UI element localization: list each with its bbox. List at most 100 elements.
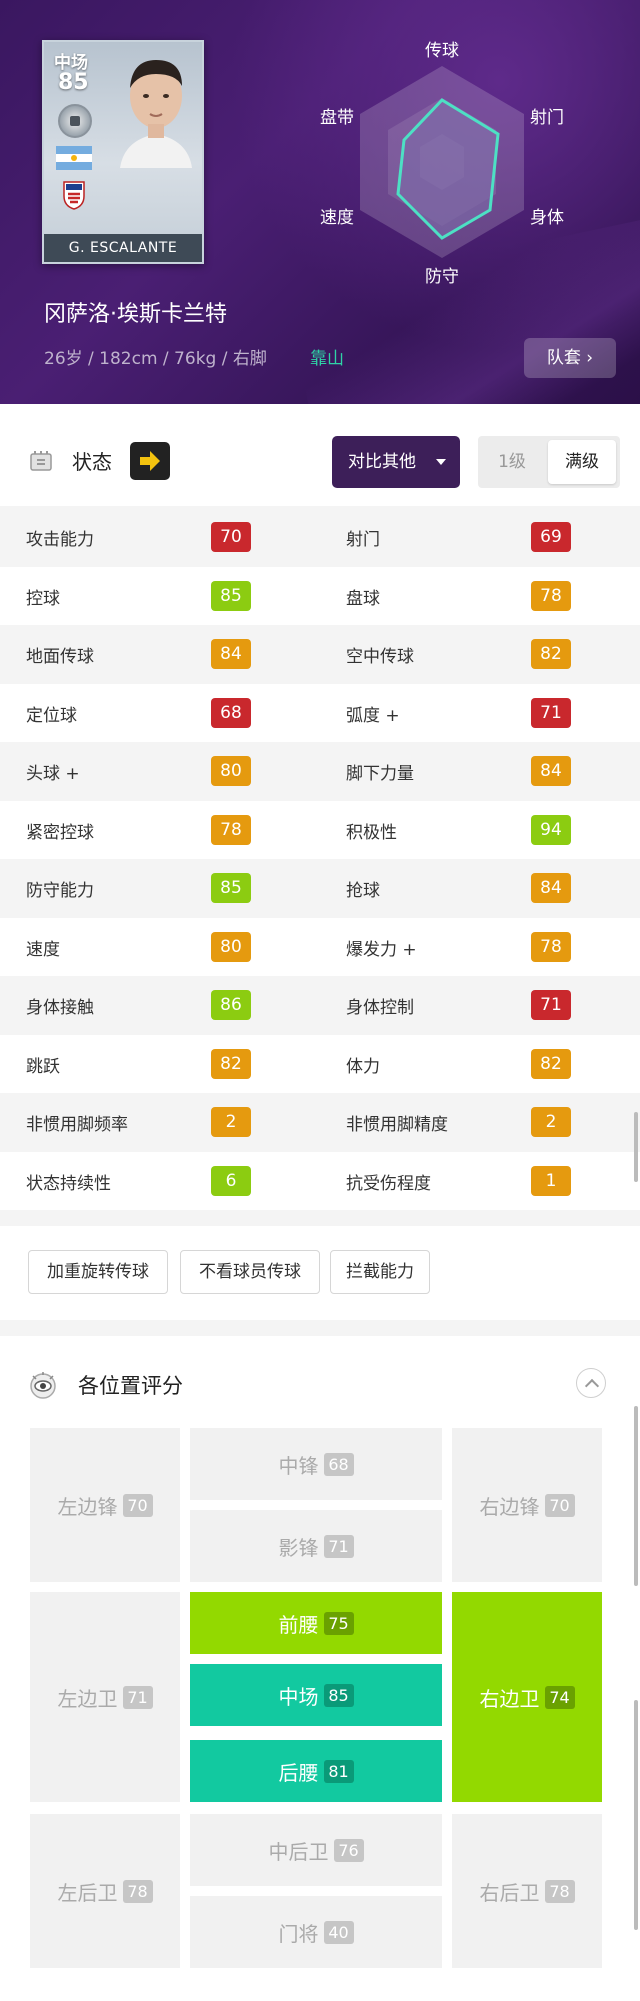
position-tile[interactable]: 影锋 71 xyxy=(190,1510,442,1582)
stat-row: 速度 80 爆发力 + 78 xyxy=(0,917,640,977)
player-meta: 26岁 / 182cm / 76kg / 右脚 xyxy=(44,349,267,369)
scrollbar-thumb[interactable] xyxy=(634,1700,638,1930)
skill-tag[interactable]: 不看球员传球 xyxy=(180,1250,320,1294)
position-tile[interactable]: 右边卫 74 xyxy=(452,1592,602,1802)
stat-row: 防守能力 85 抢球 84 xyxy=(0,859,640,918)
stat-name: 地面传球 xyxy=(26,647,94,667)
scrollbar-thumb[interactable] xyxy=(634,1112,638,1182)
stat-value-badge: 70 xyxy=(211,522,251,552)
stat-row: 身体接触 86 身体控制 71 xyxy=(0,976,640,1035)
position-tile[interactable]: 门将 40 xyxy=(190,1896,442,1968)
position-tile[interactable]: 左后卫 78 xyxy=(30,1814,180,1968)
stat-cell: 定位球 68 xyxy=(0,684,320,743)
position-name: 影锋 xyxy=(278,1535,319,1560)
position-tile[interactable]: 中锋 68 xyxy=(190,1428,442,1500)
stat-value-badge: 2 xyxy=(531,1107,571,1137)
position-name: 右后卫 xyxy=(479,1880,540,1905)
position-tile[interactable]: 右边锋 70 xyxy=(452,1428,602,1582)
condition-icon xyxy=(30,451,52,471)
player-full-name: 冈萨洛·埃斯卡兰特 xyxy=(44,302,227,327)
position-tile[interactable]: 左边锋 70 xyxy=(30,1428,180,1582)
stat-name: 攻击能力 xyxy=(26,530,94,550)
stat-value-badge: 82 xyxy=(531,1048,571,1079)
stat-cell: 非惯用脚频率 2 xyxy=(0,1093,320,1152)
stat-value-badge: 71 xyxy=(531,697,571,728)
arrow-right-icon xyxy=(140,451,160,471)
stat-name: 非惯用脚频率 xyxy=(26,1115,128,1135)
stat-row: 非惯用脚频率 2 非惯用脚精度 2 xyxy=(0,1093,640,1152)
stat-row: 跳跃 82 体力 82 xyxy=(0,1034,640,1094)
compare-others-button[interactable]: 对比其他 xyxy=(332,436,460,488)
stat-name: 非惯用脚精度 xyxy=(346,1115,448,1135)
player-photo xyxy=(120,60,192,168)
stat-name: 爆发力 + xyxy=(346,939,417,960)
stat-value-badge: 1 xyxy=(531,1165,571,1196)
stat-cell: 紧密控球 78 xyxy=(0,801,320,860)
stat-name: 跳跃 xyxy=(26,1056,60,1077)
stat-value-badge: 86 xyxy=(211,990,251,1020)
radar-label-shooting: 射门 xyxy=(530,108,564,128)
stat-value-badge: 85 xyxy=(211,873,251,903)
position-rating-badge: 81 xyxy=(323,1759,354,1783)
stat-cell: 抢球 84 xyxy=(320,859,640,918)
position-tile[interactable]: 中场 85 xyxy=(190,1664,442,1726)
position-rating-badge: 74 xyxy=(544,1685,575,1709)
radar-label-passing: 传球 xyxy=(425,41,459,61)
stat-cell: 攻击能力 70 xyxy=(0,508,320,567)
stat-cell: 跳跃 82 xyxy=(0,1035,320,1094)
stat-row: 头球 + 80 脚下力量 84 xyxy=(0,742,640,801)
argentina-flag-icon xyxy=(56,146,92,170)
stat-name: 控球 xyxy=(26,588,60,609)
stat-name: 体力 xyxy=(346,1056,380,1077)
stat-name: 脚下力量 xyxy=(346,764,414,784)
stat-value-badge: 80 xyxy=(211,756,251,786)
stat-row: 攻击能力 70 射门 69 xyxy=(0,508,640,567)
position-name: 左边锋 xyxy=(57,1494,118,1519)
radar-label-physical: 身体 xyxy=(530,208,564,228)
position-rating-badge: 78 xyxy=(544,1879,575,1903)
stat-name: 紧密控球 xyxy=(26,822,94,843)
stat-value-badge: 82 xyxy=(531,639,571,669)
position-rating-badge: 76 xyxy=(333,1838,364,1862)
stat-value-badge: 84 xyxy=(211,639,251,669)
stat-name: 防守能力 xyxy=(26,881,94,901)
stat-cell: 速度 80 xyxy=(0,918,320,977)
condition-arrow-badge xyxy=(130,442,170,480)
stat-cell: 非惯用脚精度 2 xyxy=(320,1093,640,1152)
attribute-radar-chart: 传球 射门 身体 防守 速度 盘带 xyxy=(320,41,564,287)
skill-tag[interactable]: 加重旋转传球 xyxy=(28,1250,168,1294)
stat-name: 盘球 xyxy=(346,588,380,609)
stat-name: 状态持续性 xyxy=(26,1173,111,1194)
position-name: 中锋 xyxy=(278,1453,319,1478)
stat-cell: 防守能力 85 xyxy=(0,859,320,918)
stat-cell: 爆发力 + 78 xyxy=(320,918,640,977)
position-tile[interactable]: 右后卫 78 xyxy=(452,1814,602,1968)
radar-label-defending: 防守 xyxy=(425,267,459,287)
radar-label-dribbling: 盘带 xyxy=(320,108,354,128)
position-tile[interactable]: 中后卫 76 xyxy=(190,1814,442,1886)
scrollbar-thumb[interactable] xyxy=(634,1406,638,1586)
club-crest-icon xyxy=(63,181,85,210)
stat-row: 状态持续性 6 抗受伤程度 1 xyxy=(0,1151,640,1210)
position-name: 后腰 xyxy=(278,1760,319,1785)
kit-button[interactable]: 队套 › xyxy=(524,338,616,378)
position-tile[interactable]: 后腰 81 xyxy=(190,1740,442,1802)
position-name: 右边锋 xyxy=(479,1494,540,1519)
stat-cell: 射门 69 xyxy=(320,508,640,567)
position-rating-badge: 70 xyxy=(122,1493,153,1517)
position-name: 门将 xyxy=(278,1921,319,1946)
position-tile[interactable]: 前腰 75 xyxy=(190,1592,442,1654)
position-tile[interactable]: 左边卫 71 xyxy=(30,1592,180,1802)
stat-cell: 体力 82 xyxy=(320,1035,640,1094)
stat-name: 空中传球 xyxy=(346,647,414,667)
compare-button-label: 对比其他 xyxy=(348,452,416,472)
stat-cell: 头球 + 80 xyxy=(0,742,320,801)
collapse-chevron-icon[interactable] xyxy=(576,1368,606,1398)
player-card: 中场 85 G. ESCALANTE xyxy=(42,40,204,264)
level-max-button[interactable]: 满级 xyxy=(548,440,616,484)
radar-label-speed: 速度 xyxy=(320,208,354,228)
card-overall: 85 xyxy=(58,70,89,95)
level-1-button[interactable]: 1级 xyxy=(478,436,546,488)
player-play-style[interactable]: 靠山 xyxy=(310,344,344,369)
skill-tag[interactable]: 拦截能力 xyxy=(330,1250,430,1294)
